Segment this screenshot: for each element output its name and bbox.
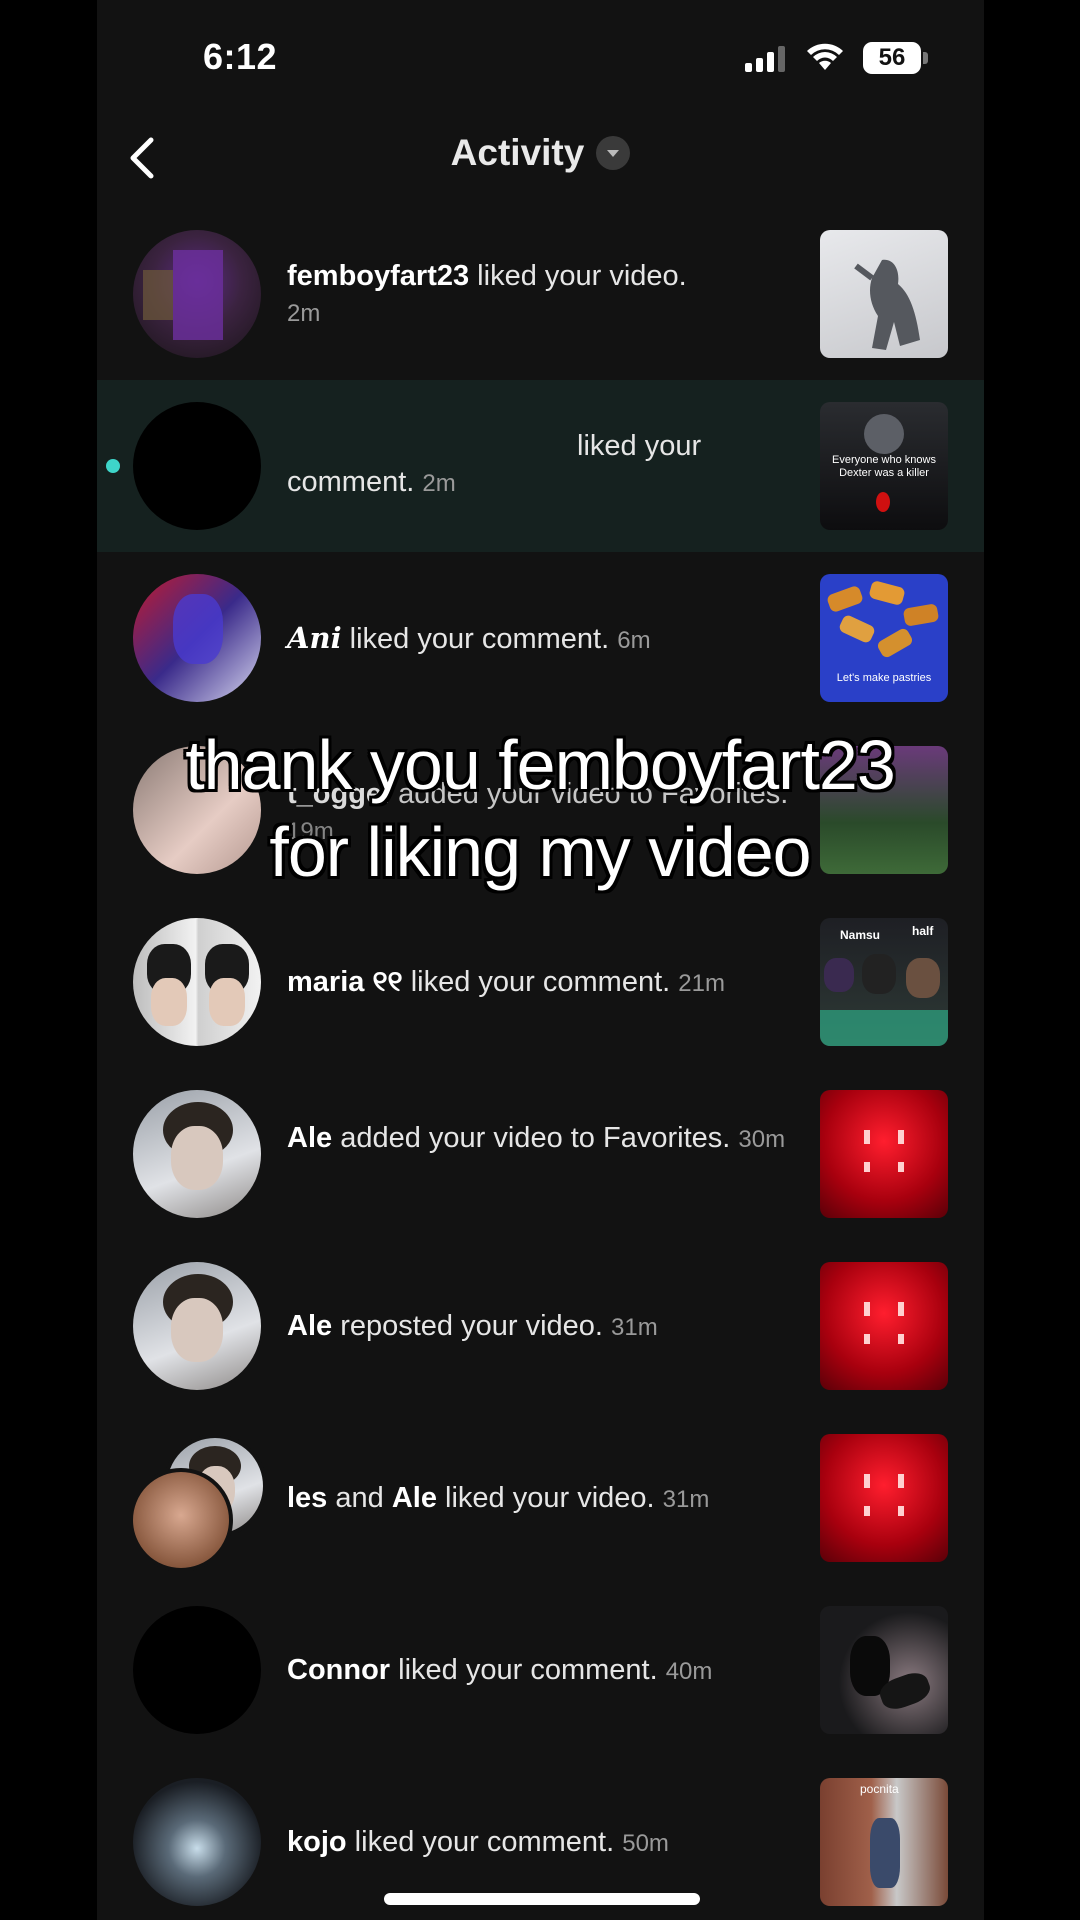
timestamp: 2m bbox=[287, 300, 321, 327]
app-screen: 6:12 56 Activity femboyfart23 liked your… bbox=[97, 0, 984, 1920]
activity-row[interactable]: 𝑨𝒏𝒊 liked your comment. 6m Let's make pa… bbox=[97, 552, 984, 724]
activity-text: femboyfart23 liked your video. 2m bbox=[287, 258, 797, 332]
overlay-caption-line1: thank you femboyfart23 bbox=[185, 726, 896, 804]
activity-action: liked your comment. bbox=[402, 966, 671, 998]
activity-action: liked your comment. bbox=[287, 430, 702, 498]
activity-action: liked your comment. bbox=[341, 623, 610, 655]
activity-row[interactable]: femboyfart23 liked your video. 2m bbox=[97, 208, 984, 380]
activity-action: reposted your video. bbox=[332, 1310, 603, 1342]
video-thumbnail[interactable]: Namsu half bbox=[820, 918, 948, 1046]
wifi-icon bbox=[807, 43, 843, 70]
activity-row[interactable]: Connor liked your comment. 40m bbox=[97, 1584, 984, 1756]
activity-text: Ale added your video to Favorites. 30m bbox=[287, 1120, 797, 1158]
battery-indicator: 56 bbox=[863, 42, 921, 74]
avatar[interactable] bbox=[133, 1090, 261, 1218]
video-thumbnail[interactable]: Let's make pastries bbox=[820, 574, 948, 702]
username-link[interactable]: femboyfart23 bbox=[287, 260, 469, 292]
video-thumbnail[interactable] bbox=[820, 230, 948, 358]
thumbnail-label: half bbox=[912, 924, 934, 938]
thumbnail-label: Namsu bbox=[840, 928, 881, 942]
username-link-secondary[interactable]: Ale bbox=[392, 1482, 437, 1514]
activity-text: maria ୧୧ liked your comment. 21m bbox=[287, 964, 797, 1002]
timestamp: 21m bbox=[678, 970, 725, 997]
activity-text: Connor liked your comment. 40m bbox=[287, 1652, 797, 1690]
video-thumbnail[interactable] bbox=[820, 1434, 948, 1562]
activity-action: liked your video. bbox=[436, 1482, 655, 1514]
video-thumbnail[interactable] bbox=[820, 1090, 948, 1218]
status-bar: 6:12 56 bbox=[97, 0, 984, 110]
activity-joiner: and bbox=[327, 1482, 392, 1514]
activity-row[interactable]: Ale reposted your video. 31m bbox=[97, 1240, 984, 1412]
activity-text: 𝑨𝒏𝒊 liked your comment. 6m bbox=[287, 620, 797, 659]
chevron-down-icon bbox=[596, 136, 631, 170]
activity-action: added your video to Favorites. bbox=[332, 1122, 731, 1154]
unread-dot bbox=[106, 459, 120, 473]
activity-filter-dropdown[interactable]: Activity bbox=[97, 132, 984, 174]
avatar[interactable] bbox=[133, 402, 261, 530]
activity-action: liked your video. bbox=[469, 260, 687, 292]
video-thumbnail[interactable] bbox=[820, 1262, 948, 1390]
activity-row[interactable]: Ale added your video to Favorites. 30m bbox=[97, 1068, 984, 1240]
thumbnail-caption: Let's make pastries bbox=[836, 672, 932, 684]
timestamp: 30m bbox=[738, 1126, 786, 1153]
username-link[interactable]: maria ୧୧ bbox=[287, 966, 403, 998]
avatar[interactable] bbox=[133, 230, 261, 358]
page-title: Activity bbox=[450, 132, 585, 173]
timestamp: 40m bbox=[665, 1658, 713, 1685]
timestamp: 6m bbox=[617, 627, 651, 654]
home-indicator[interactable] bbox=[384, 1893, 700, 1905]
timestamp: 31m bbox=[611, 1314, 658, 1341]
status-time: 6:12 bbox=[203, 36, 278, 77]
username-link[interactable]: les bbox=[287, 1482, 327, 1514]
thumbnail-caption: Everyone who knows Dexter was a killer bbox=[832, 454, 936, 479]
timestamp: 31m bbox=[662, 1486, 710, 1513]
username-link[interactable]: Ale bbox=[287, 1310, 332, 1342]
header: Activity bbox=[97, 120, 984, 194]
activity-text: les and Ale liked your video. 31m bbox=[287, 1480, 797, 1518]
video-thumbnail[interactable]: Everyone who knows Dexter was a killer bbox=[820, 402, 948, 530]
avatar-secondary[interactable] bbox=[129, 1468, 233, 1572]
username-link[interactable]: Connor bbox=[287, 1654, 390, 1686]
activity-text: kojo liked your comment. 50m bbox=[287, 1824, 797, 1862]
singer-figure bbox=[854, 259, 920, 350]
activity-text: liked your comment. 2m bbox=[287, 428, 767, 502]
activity-action: liked your comment. bbox=[390, 1654, 658, 1686]
activity-action: liked your comment. bbox=[346, 1826, 615, 1858]
avatar[interactable] bbox=[133, 574, 261, 702]
cellular-signal-icon bbox=[745, 46, 785, 72]
avatar[interactable] bbox=[133, 1778, 261, 1906]
username-link[interactable]: Ale bbox=[287, 1122, 332, 1154]
video-thumbnail[interactable] bbox=[820, 1606, 948, 1734]
avatar[interactable] bbox=[133, 918, 261, 1046]
avatar[interactable] bbox=[133, 1606, 261, 1734]
battery-cap bbox=[923, 52, 928, 64]
video-thumbnail[interactable]: pocnita bbox=[820, 1778, 948, 1906]
activity-row-unread[interactable]: liked your comment. 2m Everyone who know… bbox=[97, 380, 984, 552]
activity-row[interactable]: maria ୧୧ liked your comment. 21m Namsu h… bbox=[97, 896, 984, 1068]
activity-row[interactable]: les and Ale liked your video. 31m bbox=[97, 1412, 984, 1584]
thumbnail-label: pocnita bbox=[860, 1782, 899, 1796]
timestamp: 2m bbox=[422, 470, 456, 497]
overlay-caption-line2: for liking my video bbox=[269, 813, 811, 891]
avatar[interactable] bbox=[133, 1262, 261, 1390]
timestamp: 50m bbox=[622, 1830, 669, 1857]
activity-text: Ale reposted your video. 31m bbox=[287, 1308, 797, 1346]
username-link[interactable]: 𝑨𝒏𝒊 bbox=[287, 621, 342, 655]
username-link[interactable]: kojo bbox=[287, 1826, 347, 1858]
